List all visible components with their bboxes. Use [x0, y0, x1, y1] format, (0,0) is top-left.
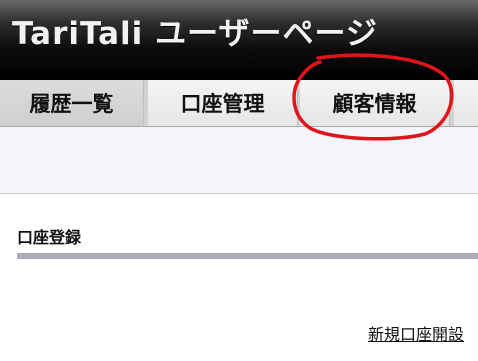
app-header: TariTali ユーザーページ [0, 0, 478, 80]
tab-history-list[interactable]: 履歴一覧 [0, 80, 144, 126]
app-title: TariTali ユーザーページ [12, 16, 378, 52]
section-title: 口座登録 [17, 228, 82, 247]
tab-partial[interactable] [454, 80, 478, 126]
section-divider [17, 253, 478, 259]
tab-customer-info[interactable]: 顧客情報 [300, 80, 450, 126]
sub-toolbar [0, 127, 478, 194]
tab-account-management[interactable]: 口座管理 [148, 80, 298, 126]
tab-bar: 履歴一覧 口座管理 顧客情報 [0, 80, 478, 127]
new-account-link[interactable]: 新規口座開設 [368, 321, 464, 345]
